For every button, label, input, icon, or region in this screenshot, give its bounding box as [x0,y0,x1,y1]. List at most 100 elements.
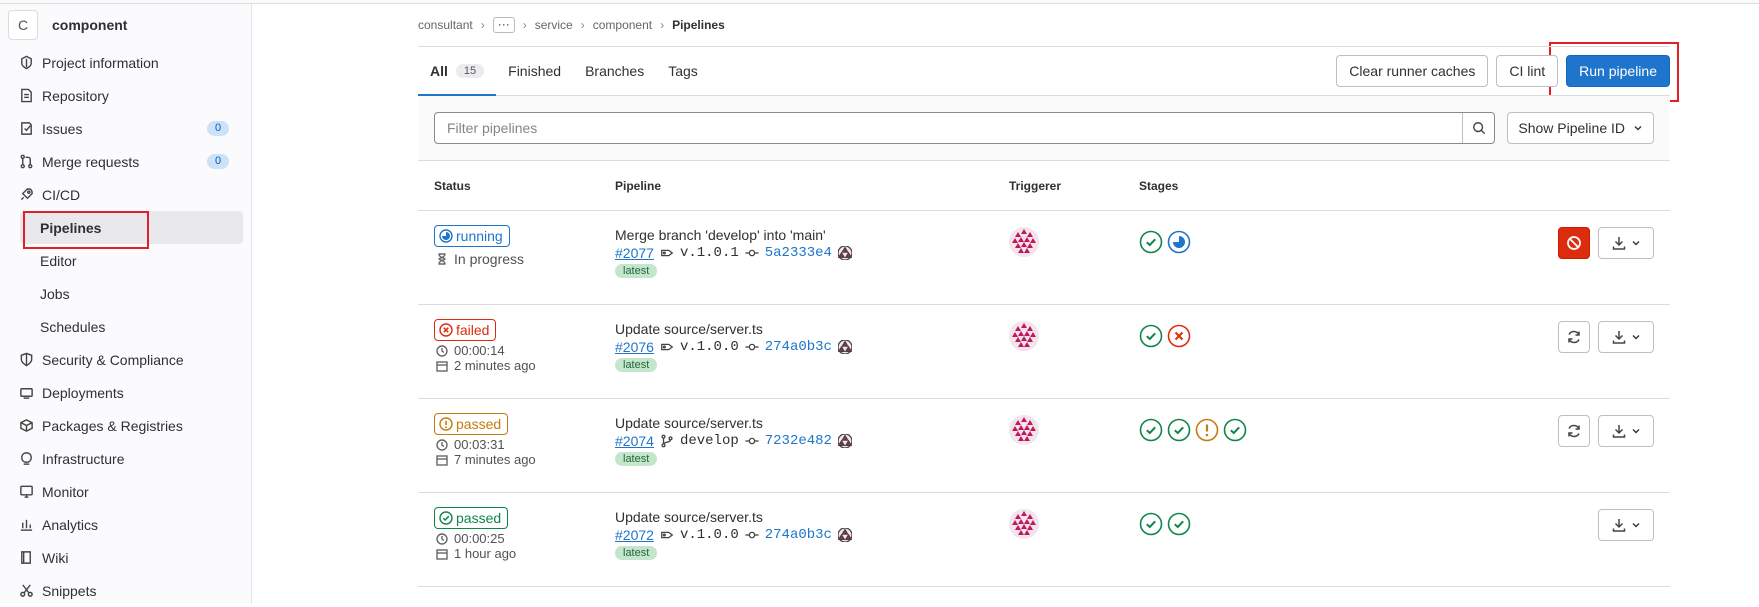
commit-author-avatar[interactable] [837,340,852,354]
status-text: failed [456,322,490,338]
stage-warning-icon[interactable] [1195,418,1219,492]
project-name: component [52,17,128,33]
commit-author-avatar[interactable] [837,246,852,260]
issues-icon [18,121,34,137]
triggerer-avatar[interactable] [1009,321,1039,351]
breadcrumb-current[interactable]: Pipelines [672,18,725,32]
sidebar-item-label: Project information [42,54,159,71]
infra-icon [18,451,34,467]
branch-icon [661,434,673,448]
pipeline-commit-title[interactable]: Update source/server.ts [615,509,1009,525]
tab-label: Branches [585,63,645,79]
triggerer-avatar[interactable] [1009,227,1039,257]
stage-success-icon[interactable] [1167,418,1191,492]
ref-name-link[interactable]: v.1.0.0 [680,527,739,543]
sidebar-item-cicd[interactable]: CI/CD [0,178,251,211]
pipeline-commit-title[interactable]: Merge branch 'develop' into 'main' [615,227,1009,243]
run-pipeline-button[interactable]: Run pipeline [1566,55,1670,87]
status-badge[interactable]: passed [434,507,509,529]
tab-all[interactable]: All 15 [418,47,497,96]
commit-sha-link[interactable]: 274a0b3c [765,339,832,355]
row-actions [1598,509,1654,541]
sidebar-item-label: Wiki [42,549,69,566]
stage-success-icon[interactable] [1139,324,1163,398]
sidebar-item-merge-requests[interactable]: Merge requests 0 [0,145,251,178]
sidebar-item-project-information[interactable]: Project information [0,46,251,79]
pipeline-duration: 00:00:25 [434,531,615,546]
commit-sha-link[interactable]: 7232e482 [765,433,832,449]
download-artifacts-dropdown[interactable] [1598,415,1654,447]
pipeline-progress: In progress [434,251,615,267]
clear-runner-caches-button[interactable]: Clear runner caches [1336,55,1489,87]
status-warn-icon [439,417,453,431]
header-status: Status [434,178,471,193]
project-avatar: C [8,10,38,40]
ref-name-link[interactable]: v.1.0.0 [680,339,739,355]
sidebar-item-analytics[interactable]: Analytics [0,508,251,541]
breadcrumb-item[interactable]: component [593,18,652,32]
sidebar-item-label: Merge requests [42,153,140,170]
sidebar-item-infrastructure[interactable]: Infrastructure [0,442,251,475]
commit-sha-link[interactable]: 274a0b3c [765,527,832,543]
sidebar-item-security[interactable]: Security & Compliance [0,343,251,376]
status-badge[interactable]: passed [434,413,509,435]
commit-author-avatar[interactable] [837,434,852,448]
merge-requests-count-badge: 0 [207,154,229,169]
pipeline-id-link[interactable]: #2077 [615,245,654,261]
download-artifacts-dropdown[interactable] [1598,227,1654,259]
download-artifacts-dropdown[interactable] [1598,509,1654,541]
sidebar-item-schedules[interactable]: Schedules [0,310,251,343]
commit-sha-link[interactable]: 5a2333e4 [765,245,832,261]
ci-lint-button[interactable]: CI lint [1496,55,1559,87]
select-label: Show Pipeline ID [1518,120,1625,136]
pipeline-commit-title[interactable]: Update source/server.ts [615,415,1009,431]
tab-branches[interactable]: Branches [573,47,656,95]
sidebar-item-issues[interactable]: Issues 0 [0,112,251,145]
stage-success-icon[interactable] [1223,418,1247,492]
sidebar-item-deployments[interactable]: Deployments [0,376,251,409]
stage-success-icon[interactable] [1139,418,1163,492]
triggerer-avatar[interactable] [1009,509,1039,539]
stage-running-icon[interactable] [1167,230,1191,304]
project-header[interactable]: C component [0,4,251,46]
pipeline-id-link[interactable]: #2076 [615,339,654,355]
stage-success-icon[interactable] [1167,512,1191,586]
breadcrumb-more-button[interactable]: ··· [492,17,515,33]
retry-pipeline-button[interactable] [1558,321,1590,353]
info-icon [18,55,34,71]
breadcrumb-item[interactable]: consultant [418,18,473,32]
stage-success-icon[interactable] [1139,512,1163,586]
download-icon [1612,331,1626,344]
sidebar-item-wiki[interactable]: Wiki [0,541,251,574]
book-icon [18,550,34,566]
tab-tags[interactable]: Tags [656,47,710,95]
tab-finished[interactable]: Finished [496,47,573,95]
scissors-icon [18,583,34,599]
pipeline-id-link[interactable]: #2074 [615,433,654,449]
stage-success-icon[interactable] [1139,230,1163,304]
download-artifacts-dropdown[interactable] [1598,321,1654,353]
sidebar-item-packages[interactable]: Packages & Registries [0,409,251,442]
breadcrumb-item[interactable]: service [535,18,573,32]
search-button[interactable] [1462,113,1494,143]
retry-pipeline-button[interactable] [1558,415,1590,447]
filter-pipelines-input[interactable] [435,113,1463,143]
triggerer-avatar[interactable] [1009,415,1039,445]
sidebar-item-repository[interactable]: Repository [0,79,251,112]
sidebar-item-jobs[interactable]: Jobs [0,277,251,310]
status-badge[interactable]: failed [434,319,497,341]
sidebar-item-monitor[interactable]: Monitor [0,475,251,508]
ref-name-link[interactable]: develop [680,433,739,449]
sidebar-item-snippets[interactable]: Snippets [0,574,251,607]
stage-failed-icon[interactable] [1167,324,1191,398]
pipeline-id-link[interactable]: #2072 [615,527,654,543]
ref-name-link[interactable]: v.1.0.1 [680,245,739,261]
duration-text: 00:03:31 [454,437,505,452]
status-badge[interactable]: running [434,225,510,247]
retry-icon [1568,330,1580,344]
cancel-pipeline-button[interactable] [1558,227,1590,259]
commit-author-avatar[interactable] [837,528,852,542]
tab-label: Tags [668,63,698,79]
pipeline-commit-title[interactable]: Update source/server.ts [615,321,1009,337]
show-pipeline-id-select[interactable]: Show Pipeline ID [1507,112,1654,144]
